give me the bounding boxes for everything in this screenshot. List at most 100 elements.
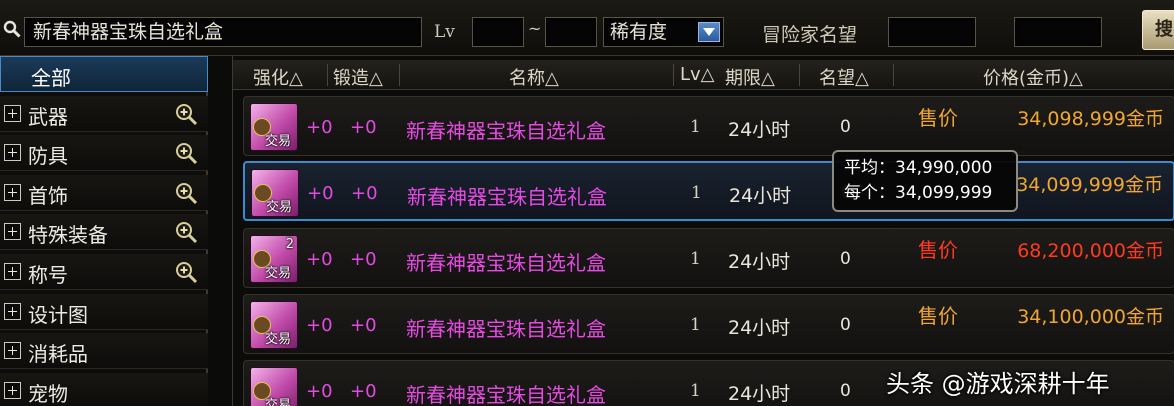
tooltip-unit-price: 每个：34,099,999	[844, 183, 993, 203]
table-row[interactable]: 交易 +0 +0 新春神器宝珠自选礼盒 1 24小时 0 售价 34,100,0…	[243, 294, 1174, 354]
zoom-in-icon[interactable]	[174, 260, 198, 284]
item-fame: 0	[840, 381, 851, 401]
sidebar-item-label: 特殊装备	[28, 223, 108, 247]
item-fame: 0	[840, 315, 851, 335]
item-price: 34,098,999金币	[1017, 108, 1164, 130]
price-label: 售价	[918, 238, 958, 262]
expand-icon[interactable]	[4, 382, 21, 399]
price-label: 售价	[918, 304, 958, 328]
header-fame[interactable]: 名望△	[819, 64, 869, 90]
item-level: 1	[690, 117, 701, 137]
lv-max-input[interactable]	[545, 17, 597, 47]
zoom-in-icon[interactable]	[174, 220, 198, 244]
category-sidebar: 全部 武器 防具 首饰 特殊装备 称号 设计图 消耗品 宠物	[0, 56, 208, 406]
expand-icon[interactable]	[4, 105, 21, 122]
item-price: 68,200,000金币	[1017, 240, 1164, 262]
sidebar-item-all[interactable]: 全部	[0, 56, 208, 92]
item-period: 24小时	[728, 383, 791, 405]
chevron-down-icon[interactable]	[698, 22, 720, 42]
header-forge[interactable]: 锻造△	[333, 64, 383, 90]
item-name: 新春神器宝珠自选礼盒	[406, 317, 606, 341]
gift-box-icon[interactable]: 交易	[250, 301, 298, 349]
table-row[interactable]: 2 交易 +0 +0 新春神器宝珠自选礼盒 1 24小时 0 售价 68,200…	[243, 228, 1174, 288]
search-bar: 新春神器宝珠自选礼盒 Lv ~ 稀有度 冒险家名望 搜	[0, 0, 1174, 56]
zoom-in-icon[interactable]	[174, 102, 198, 126]
header-price[interactable]: 价格(金币)△	[983, 64, 1083, 90]
rarity-select[interactable]: 稀有度	[603, 17, 724, 47]
forge-value: +0	[351, 183, 378, 204]
item-fame: 0	[840, 249, 851, 269]
sidebar-item-label: 全部	[31, 66, 71, 90]
header-divider	[399, 64, 400, 86]
expand-icon[interactable]	[4, 303, 21, 320]
header-divider	[893, 64, 894, 86]
watermark: 头条 @游戏深耕十年	[886, 370, 1110, 398]
fame-min-input[interactable]	[888, 17, 976, 47]
item-name: 新春神器宝珠自选礼盒	[406, 383, 606, 406]
lv-range-separator: ~	[528, 19, 542, 38]
sidebar-item-label: 武器	[28, 105, 68, 129]
enhance-value: +0	[306, 249, 333, 270]
expand-icon[interactable]	[4, 223, 21, 240]
fame-max-input[interactable]	[1014, 17, 1102, 47]
item-period: 24小时	[729, 185, 792, 207]
zoom-in-icon[interactable]	[174, 141, 198, 165]
trade-tag: 交易	[266, 200, 293, 215]
sidebar-item-blueprints[interactable]: 设计图	[0, 294, 208, 330]
expand-icon[interactable]	[4, 144, 21, 161]
expand-icon[interactable]	[4, 263, 21, 280]
rarity-select-value: 稀有度	[610, 21, 668, 43]
search-button[interactable]: 搜	[1142, 10, 1174, 50]
sidebar-item-consumables[interactable]: 消耗品	[0, 333, 208, 369]
trade-tag: 交易	[265, 134, 292, 149]
header-period[interactable]: 期限△	[725, 64, 775, 90]
sidebar-item-special-equipment[interactable]: 特殊装备	[0, 214, 208, 250]
lv-min-input[interactable]	[472, 17, 524, 47]
header-lv[interactable]: Lv△	[680, 64, 715, 85]
item-level: 1	[690, 315, 701, 335]
forge-value: +0	[350, 249, 377, 270]
search-icon[interactable]	[3, 20, 21, 38]
header-divider	[327, 64, 328, 86]
forge-value: +0	[350, 315, 377, 336]
item-level: 1	[690, 249, 701, 269]
price-label: 售价	[918, 106, 958, 130]
gift-box-icon[interactable]: 交易	[250, 367, 298, 406]
sidebar-item-titles[interactable]: 称号	[0, 254, 208, 290]
enhance-value: +0	[306, 315, 333, 336]
enhance-value: +0	[306, 381, 333, 402]
table-row-selected[interactable]: 交易 +0 +0 新春神器宝珠自选礼盒 1 24小时 0 34,099,999金…	[243, 161, 1174, 221]
item-level: 1	[691, 183, 702, 203]
expand-icon[interactable]	[4, 342, 21, 359]
sidebar-item-label: 称号	[28, 263, 68, 287]
sidebar-item-pets[interactable]: 宠物	[0, 373, 208, 406]
table-header: 强化△ 锻造△ 名称△ Lv△ 期限△ 名望△ 价格(金币)△	[233, 60, 1174, 90]
forge-value: +0	[350, 117, 377, 138]
item-period: 24小时	[728, 119, 791, 141]
header-enhance[interactable]: 强化△	[253, 64, 303, 90]
sidebar-item-accessories[interactable]: 首饰	[0, 175, 208, 211]
sidebar-item-weapons[interactable]: 武器	[0, 96, 208, 132]
stack-count: 2	[285, 237, 294, 252]
header-divider	[799, 64, 800, 86]
item-name: 新春神器宝珠自选礼盒	[406, 119, 606, 143]
auction-listing-table: 强化△ 锻造△ 名称△ Lv△ 期限△ 名望△ 价格(金币)△ 交易 +0 +0…	[232, 56, 1174, 406]
item-name: 新春神器宝珠自选礼盒	[407, 185, 607, 209]
header-divider	[673, 64, 674, 86]
gift-box-icon[interactable]: 交易	[250, 103, 298, 151]
gift-box-icon[interactable]: 2 交易	[250, 235, 298, 283]
sidebar-item-armor[interactable]: 防具	[0, 135, 208, 171]
search-input[interactable]: 新春神器宝珠自选礼盒	[24, 17, 422, 47]
item-level: 1	[690, 381, 701, 401]
header-name[interactable]: 名称△	[509, 64, 559, 90]
tooltip-average-price: 平均：34,990,000	[844, 158, 993, 178]
sidebar-item-label: 设计图	[28, 303, 88, 327]
item-period: 24小时	[728, 251, 791, 273]
sidebar-item-label: 防具	[28, 144, 68, 168]
zoom-in-icon[interactable]	[174, 181, 198, 205]
expand-icon[interactable]	[4, 184, 21, 201]
item-fame: 0	[840, 117, 851, 137]
enhance-value: +0	[307, 183, 334, 204]
table-row[interactable]: 交易 +0 +0 新春神器宝珠自选礼盒 1 24小时 0 售价 34,098,9…	[243, 96, 1174, 156]
gift-box-icon[interactable]: 交易	[251, 169, 299, 217]
